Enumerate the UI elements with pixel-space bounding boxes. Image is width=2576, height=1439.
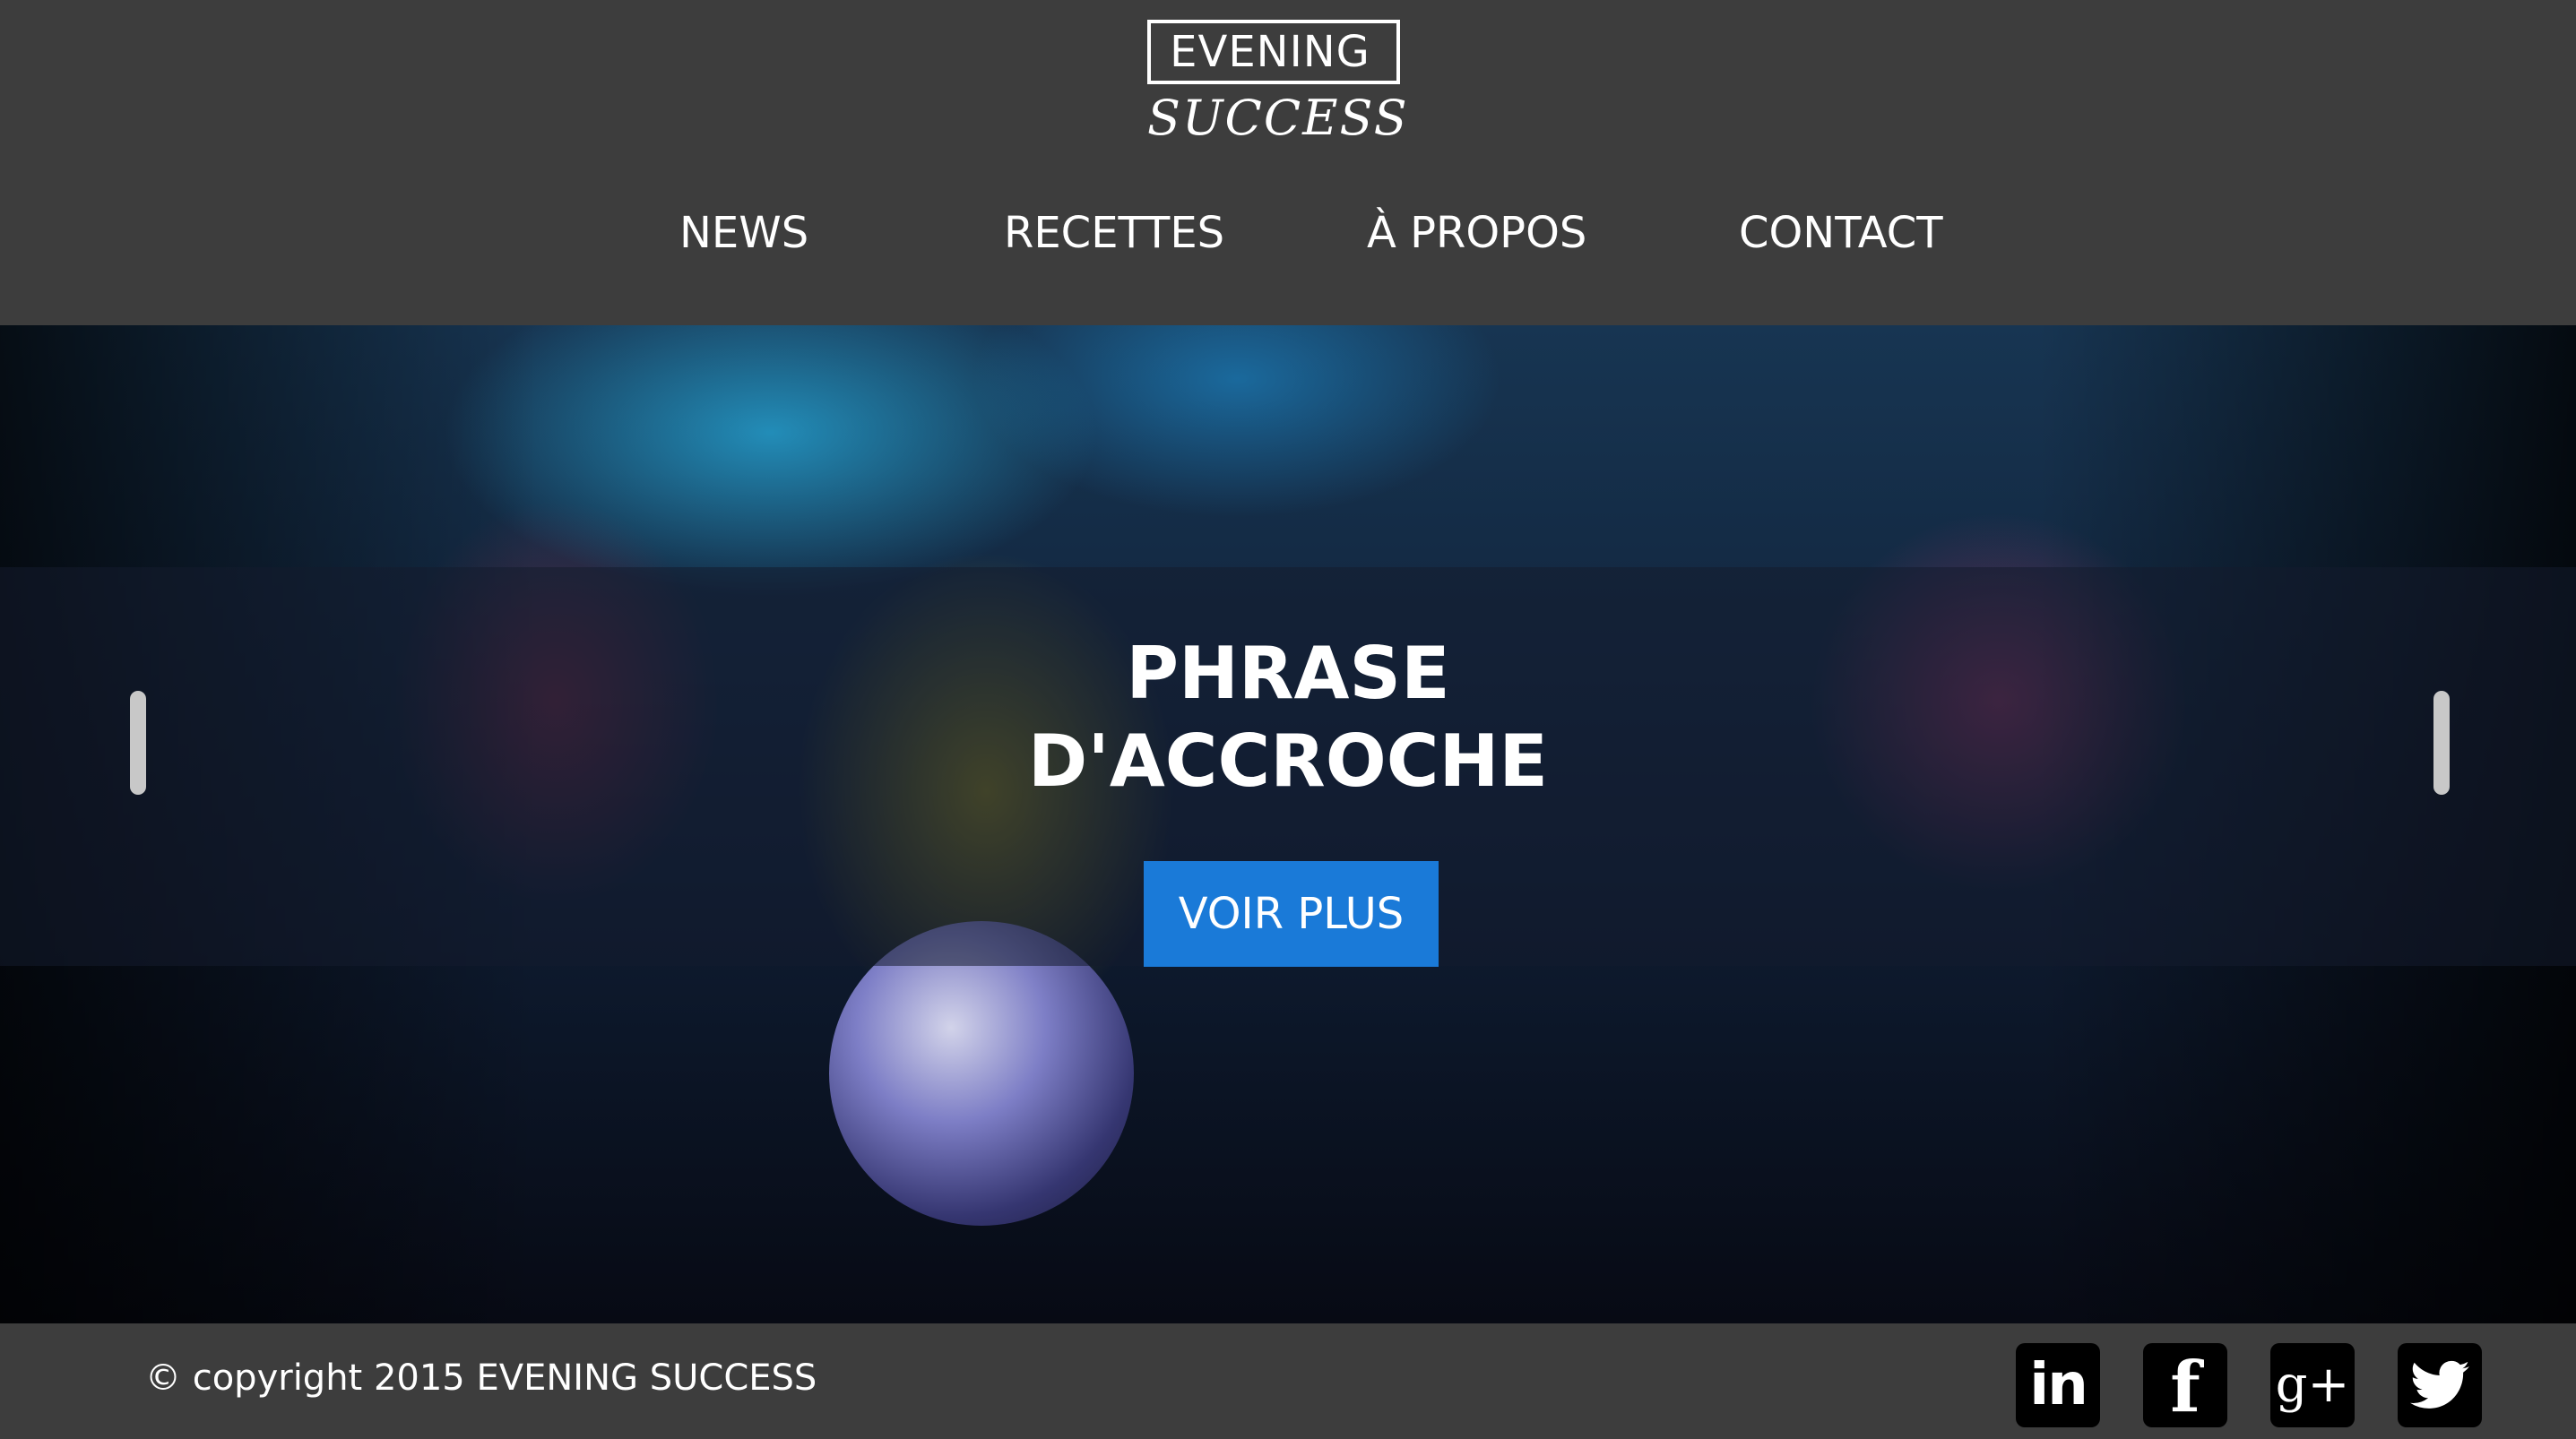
google-plus-icon[interactable]: g+ xyxy=(2270,1343,2355,1427)
nav-item-recettes[interactable]: RECETTES xyxy=(1004,208,1224,258)
disco-ball xyxy=(829,921,1134,1226)
tagline-line-2: D'ACCROCHE xyxy=(1027,720,1549,803)
nav-item-contact[interactable]: CONTACT xyxy=(1739,208,1943,258)
linkedin-glyph: in xyxy=(2029,1352,2088,1418)
twitter-bird-icon xyxy=(2410,1360,2469,1409)
site-header: EVENING SUCCESS NEWS RECETTES À PROPOS C… xyxy=(0,0,2576,325)
hero-tagline: PHRASE D'ACCROCHE xyxy=(974,630,1602,806)
site-footer: © copyright 2015 EVENING SUCCESS in f g+ xyxy=(0,1323,2576,1439)
slider-next-icon[interactable] xyxy=(2433,691,2450,795)
nav-item-a-propos[interactable]: À PROPOS xyxy=(1367,208,1586,258)
copyright-text: © copyright 2015 EVENING SUCCESS xyxy=(145,1357,817,1399)
voir-plus-button[interactable]: VOIR PLUS xyxy=(1144,861,1439,967)
nav-item-news[interactable]: NEWS xyxy=(679,208,808,258)
twitter-icon[interactable] xyxy=(2398,1343,2482,1427)
facebook-icon[interactable]: f xyxy=(2143,1343,2227,1428)
google-plus-glyph: g+ xyxy=(2275,1356,2350,1414)
facebook-glyph: f xyxy=(2170,1347,2200,1428)
tagline-line-1: PHRASE xyxy=(1126,632,1450,715)
hero-slider: PHRASE D'ACCROCHE VOIR PLUS xyxy=(0,325,2576,1323)
site-logo[interactable]: EVENING SUCCESS xyxy=(1147,20,1409,146)
linkedin-icon[interactable]: in xyxy=(2016,1343,2100,1427)
logo-bottom-text: SUCCESS xyxy=(1147,90,1409,146)
logo-top-text: EVENING xyxy=(1170,27,1370,77)
slider-prev-icon[interactable] xyxy=(130,691,146,795)
main-nav: NEWS RECETTES À PROPOS CONTACT xyxy=(0,208,2576,280)
